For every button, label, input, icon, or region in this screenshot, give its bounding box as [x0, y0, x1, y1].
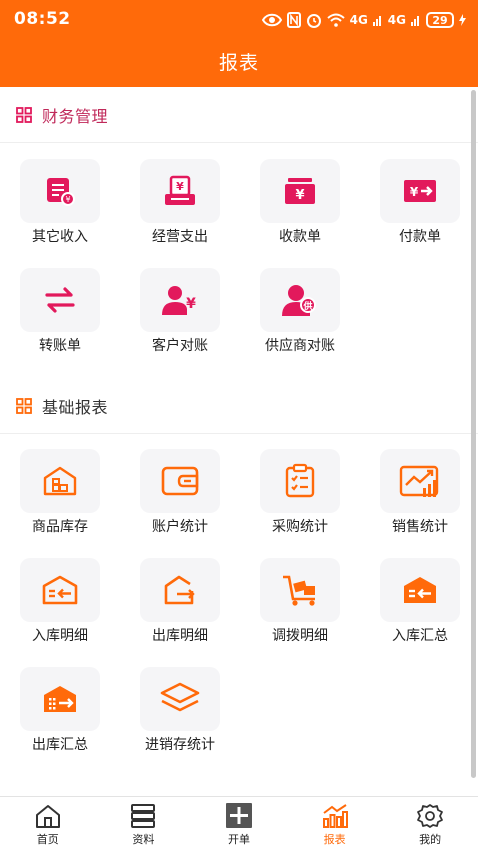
- payment-icon: ¥: [404, 180, 436, 202]
- signal-bars-icon: [372, 16, 381, 26]
- basic-item-label: 入库明细: [32, 628, 88, 644]
- basic-item-label: 商品库存: [32, 519, 88, 535]
- status-time: 08:52: [14, 9, 71, 29]
- nav-label: 资料: [132, 833, 155, 846]
- nav-reports[interactable]: 报表: [287, 797, 383, 850]
- stock-in-detail-icon: [42, 575, 78, 605]
- finance-item-other-income[interactable]: ¥ 其它收入: [0, 159, 120, 265]
- basic-item-label: 出库汇总: [32, 737, 88, 753]
- operating-expense-icon: ¥: [165, 175, 195, 205]
- bottom-nav: 首页 资料 开单 报表 我的: [0, 796, 478, 850]
- finance-item-label: 供应商对账: [265, 338, 335, 354]
- basic-item-stock-in-summary[interactable]: 入库汇总: [360, 558, 478, 664]
- section-basic-header: 基础报表: [0, 378, 478, 434]
- basic-item-stock-out-detail[interactable]: 出库明细: [120, 558, 240, 664]
- stock-in-summary-icon: [404, 577, 436, 603]
- finance-item-label: 其它收入: [32, 229, 88, 245]
- section-basic-title: 基础报表: [42, 397, 109, 417]
- customer-reconcile-icon: ¥: [162, 286, 196, 315]
- svg-text:供: 供: [302, 300, 312, 312]
- home-icon: [35, 805, 60, 828]
- grid-icon: [16, 106, 32, 123]
- warehouse-icon: [43, 466, 77, 496]
- basic-item-purchase-stats[interactable]: 采购统计: [240, 449, 360, 555]
- basic-item-stock-in-detail[interactable]: 入库明细: [0, 558, 120, 664]
- sales-chart-icon: [399, 465, 439, 497]
- battery-indicator: 29: [426, 12, 454, 28]
- charging-icon: [459, 14, 466, 26]
- nav-label: 开单: [227, 833, 250, 846]
- finance-item-supplier-reconcile[interactable]: 供 供应商对账: [240, 268, 360, 374]
- plus-icon: [225, 803, 252, 828]
- supplier-reconcile-icon: 供: [282, 285, 316, 316]
- finance-item-receipt[interactable]: ¥ 收款单: [240, 159, 360, 265]
- finance-item-label: 经营支出: [152, 229, 208, 245]
- svg-text:¥: ¥: [186, 296, 196, 312]
- settings-icon: [417, 804, 444, 828]
- server-icon: [131, 804, 156, 828]
- grid-icon: [16, 397, 32, 414]
- page-title: 报表: [218, 52, 259, 74]
- other-income-icon: ¥: [47, 178, 75, 206]
- svg-text:¥: ¥: [295, 188, 304, 203]
- svg-text:¥: ¥: [65, 195, 70, 204]
- app-header: 08:52 4G 4G 29 报表: [0, 0, 478, 87]
- receipt-icon: ¥: [285, 178, 315, 204]
- stock-out-summary-icon: [44, 686, 76, 712]
- nav-home[interactable]: 首页: [0, 797, 96, 850]
- bar-chart-icon: [322, 804, 348, 828]
- finance-item-label: 收款单: [279, 229, 321, 245]
- signal-bars-icon: [411, 16, 419, 26]
- clipboard-icon: [285, 463, 315, 498]
- nav-mine[interactable]: 我的: [382, 797, 478, 850]
- nav-label: 我的: [419, 833, 442, 846]
- nav-create-order[interactable]: 开单: [191, 797, 287, 850]
- basic-item-label: 进销存统计: [145, 737, 215, 753]
- layers-icon: [160, 682, 200, 712]
- basic-item-label: 账户统计: [152, 519, 208, 535]
- basic-item-label: 调拨明细: [272, 628, 328, 644]
- finance-item-payment[interactable]: ¥ 付款单: [360, 159, 478, 265]
- nav-label: 首页: [36, 833, 59, 846]
- basic-item-account-stats[interactable]: 账户统计: [120, 449, 240, 555]
- finance-item-transfer[interactable]: 转账单: [0, 268, 120, 374]
- wifi-icon: [326, 13, 345, 27]
- basic-item-transfer-detail[interactable]: 调拨明细: [240, 558, 360, 664]
- alarm-icon: [306, 14, 321, 28]
- svg-text:¥: ¥: [176, 180, 184, 193]
- basic-item-label: 出库明细: [152, 628, 208, 644]
- scrollbar[interactable]: [471, 90, 476, 778]
- status-bar: 08:52 4G 4G 29: [0, 0, 478, 40]
- basic-item-stock-out-summary[interactable]: 出库汇总: [0, 667, 120, 773]
- section-finance-title: 财务管理: [42, 106, 109, 126]
- signal-1-label: 4G: [349, 13, 368, 27]
- signal-2-label: 4G: [387, 13, 406, 27]
- basic-item-label: 采购统计: [272, 519, 328, 535]
- basic-item-label: 销售统计: [392, 519, 448, 535]
- finance-item-operating-expense[interactable]: ¥ 经营支出: [120, 159, 240, 265]
- stock-out-detail-icon: [164, 575, 195, 605]
- eye-icon: [261, 13, 282, 27]
- wallet-icon: [161, 466, 199, 496]
- basic-item-label: 入库汇总: [392, 628, 448, 644]
- basic-item-sales-stats[interactable]: 销售统计: [360, 449, 478, 555]
- nfc-icon: [286, 12, 301, 28]
- transfer-icon: [45, 287, 75, 313]
- trolley-icon: [283, 575, 315, 606]
- finance-item-label: 付款单: [399, 229, 441, 245]
- basic-item-inventory[interactable]: 商品库存: [0, 449, 120, 555]
- nav-label: 报表: [323, 833, 346, 846]
- status-icons: 4G 4G 29: [261, 10, 466, 30]
- svg-text:¥: ¥: [410, 185, 419, 199]
- section-finance-header: 财务管理: [0, 87, 478, 143]
- basic-item-inventory-flow-stats[interactable]: 进销存统计: [120, 667, 240, 773]
- nav-data[interactable]: 资料: [96, 797, 192, 850]
- finance-item-customer-reconcile[interactable]: ¥ 客户对账: [120, 268, 240, 374]
- finance-item-label: 转账单: [39, 338, 81, 354]
- finance-item-label: 客户对账: [152, 338, 208, 354]
